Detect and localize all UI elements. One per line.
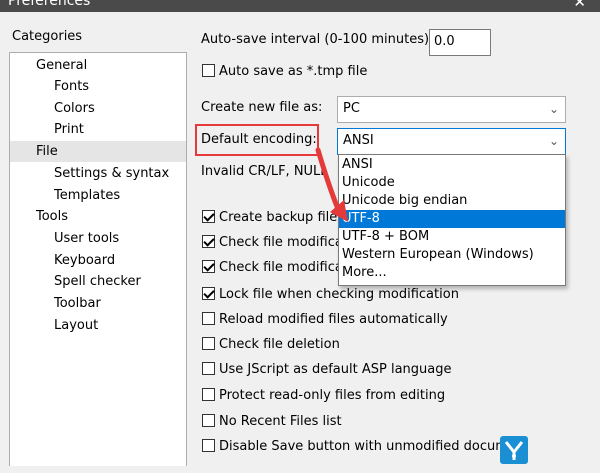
disable-save-checkbox[interactable]: Disable Save button with unmodified docu…	[202, 437, 516, 457]
new-file-as-select[interactable]: PC ⌄	[337, 96, 566, 123]
autosave-tmp-checkbox[interactable]: Auto save as *.tmp file	[202, 62, 367, 82]
checkbox-box[interactable]	[202, 337, 215, 350]
check-file-modification-checkbox-2[interactable]: Check file modifica	[202, 258, 343, 278]
chevron-down-icon[interactable]: ⌄	[549, 129, 559, 153]
checkbox-box[interactable]	[202, 362, 215, 375]
checkbox-box[interactable]	[202, 260, 215, 273]
logo-icon	[504, 441, 524, 460]
default-encoding-label: Default encoding:	[201, 132, 317, 147]
window-title: Preferences	[8, 0, 91, 9]
encoding-option-unicode-big-endian[interactable]: Unicode big endian	[339, 192, 565, 210]
tree-item-general[interactable]: General	[34, 55, 87, 76]
tree-item-user-tools[interactable]: User tools	[52, 228, 119, 249]
checkbox-box[interactable]	[202, 210, 215, 223]
checkbox-box[interactable]	[202, 64, 215, 77]
checkbox-box[interactable]	[202, 388, 215, 401]
encoding-option-more[interactable]: More...	[339, 264, 565, 282]
tree-item-layout[interactable]: Layout	[52, 315, 98, 336]
tree-item-colors[interactable]: Colors	[52, 98, 95, 119]
categories-label: Categories	[12, 29, 83, 44]
tree-item-tools[interactable]: Tools	[34, 206, 68, 227]
default-encoding-value: ANSI	[343, 133, 374, 148]
categories-tree[interactable]: General Fonts Colors Print File Settings…	[9, 52, 187, 466]
encoding-dropdown-list[interactable]: ANSI Unicode Unicode big endian UTF-8 UT…	[338, 154, 566, 286]
watermark-logo	[500, 436, 528, 464]
invalid-crlf-label: Invalid CR/LF, NULL	[201, 164, 328, 179]
encoding-option-ansi[interactable]: ANSI	[339, 156, 565, 174]
autosave-interval-input[interactable]: 0.0	[429, 29, 491, 56]
encoding-option-unicode[interactable]: Unicode	[339, 174, 565, 192]
checkbox-box[interactable]	[202, 312, 215, 325]
new-file-as-value: PC	[343, 101, 360, 116]
tree-item-templates[interactable]: Templates	[52, 185, 120, 206]
default-encoding-select[interactable]: ANSI ⌄	[337, 128, 566, 155]
new-file-as-label: Create new file as:	[201, 100, 323, 115]
tree-item-fonts[interactable]: Fonts	[52, 76, 89, 97]
autosave-interval-label: Auto-save interval (0-100 minutes):	[201, 32, 434, 47]
check-file-modification-checkbox[interactable]: Check file modifica	[202, 233, 343, 253]
chevron-down-icon[interactable]: ⌄	[549, 97, 559, 121]
encoding-option-western-european[interactable]: Western European (Windows)	[339, 246, 565, 264]
protect-readonly-checkbox[interactable]: Protect read-only files from editing	[202, 386, 445, 406]
tree-item-spell-checker[interactable]: Spell checker	[52, 271, 141, 292]
tree-item-toolbar[interactable]: Toolbar	[52, 293, 101, 314]
checkbox-box[interactable]	[202, 439, 215, 452]
tree-item-print[interactable]: Print	[52, 119, 84, 140]
encoding-option-utf8-bom[interactable]: UTF-8 + BOM	[339, 228, 565, 246]
checkbox-box[interactable]	[202, 414, 215, 427]
reload-modified-checkbox[interactable]: Reload modified files automatically	[202, 310, 448, 330]
close-icon[interactable]: ✕	[573, 0, 586, 11]
tree-item-settings-syntax[interactable]: Settings & syntax	[52, 163, 169, 184]
use-jscript-checkbox[interactable]: Use JScript as default ASP language	[202, 360, 451, 380]
encoding-option-utf8[interactable]: UTF-8	[339, 210, 565, 228]
check-file-deletion-checkbox[interactable]: Check file deletion	[202, 335, 340, 355]
no-recent-files-checkbox[interactable]: No Recent Files list	[202, 412, 342, 432]
tree-item-file[interactable]: File	[10, 141, 186, 162]
title-bar: Preferences ✕	[0, 0, 600, 12]
create-backup-checkbox[interactable]: Create backup file	[202, 208, 337, 228]
checkbox-box[interactable]	[202, 235, 215, 248]
checkbox-box[interactable]	[202, 287, 215, 300]
tree-item-keyboard[interactable]: Keyboard	[52, 250, 115, 271]
lock-file-checkbox[interactable]: Lock file when checking modification	[202, 285, 459, 305]
